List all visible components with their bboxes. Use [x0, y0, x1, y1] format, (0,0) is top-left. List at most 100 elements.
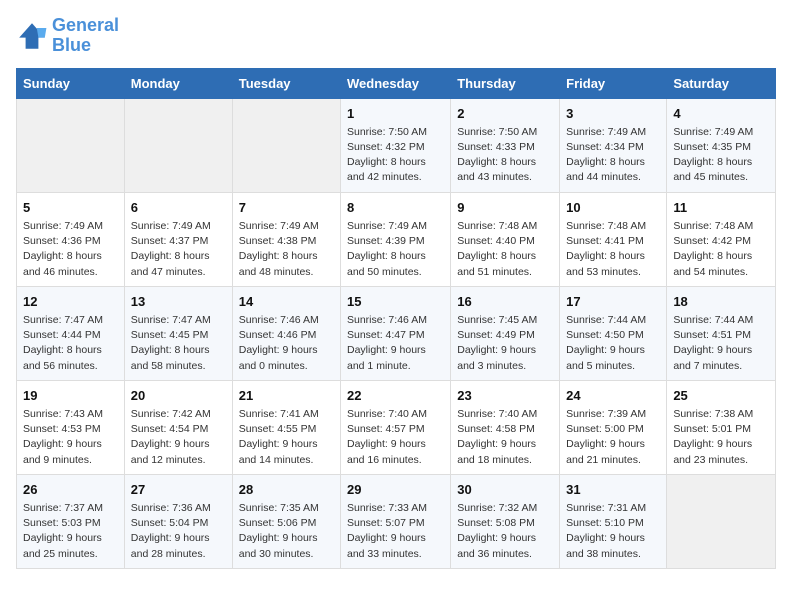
header-tuesday: Tuesday: [232, 68, 340, 98]
logo-text: General Blue: [52, 16, 119, 56]
day-info-15: Sunrise: 7:46 AM Sunset: 4:47 PM Dayligh…: [347, 313, 444, 374]
day-number-3: 3: [566, 105, 660, 123]
day-info-24: Sunrise: 7:39 AM Sunset: 5:00 PM Dayligh…: [566, 407, 660, 468]
day-cell-3: 3 Sunrise: 7:49 AM Sunset: 4:34 PM Daylig…: [560, 98, 667, 192]
day-number-5: 5: [23, 199, 118, 217]
day-cell-10: 10Sunrise: 7:48 AM Sunset: 4:41 PM Dayli…: [560, 192, 667, 286]
header-monday: Monday: [124, 68, 232, 98]
day-cell-14: 14 Sunrise: 7:46 AM Sunset: 4:46 PM Dayli…: [232, 286, 340, 380]
day-cell-27: 27 Sunrise: 7:36 AM Sunset: 5:04 PM Dayli…: [124, 474, 232, 568]
day-info-23: Sunrise: 7:40 AM Sunset: 4:58 PM Dayligh…: [457, 407, 553, 468]
day-cell-23: 23 Sunrise: 7:40 AM Sunset: 4:58 PM Dayli…: [451, 380, 560, 474]
week-row-4: 19 Sunrise: 7:43 AM Sunset: 4:53 PM Dayli…: [17, 380, 776, 474]
day-cell-29: 29 Sunrise: 7:33 AM Sunset: 5:07 PM Dayli…: [341, 474, 451, 568]
day-info-14: Sunrise: 7:46 AM Sunset: 4:46 PM Dayligh…: [239, 313, 334, 374]
day-info-29: Sunrise: 7:33 AM Sunset: 5:07 PM Dayligh…: [347, 501, 444, 562]
day-number-2: 2: [457, 105, 553, 123]
day-cell-21: 21 Sunrise: 7:41 AM Sunset: 4:55 PM Dayli…: [232, 380, 340, 474]
day-info-25: Sunrise: 7:38 AM Sunset: 5:01 PM Dayligh…: [673, 407, 769, 468]
day-cell-19: 19 Sunrise: 7:43 AM Sunset: 4:53 PM Dayli…: [17, 380, 125, 474]
empty-cell: [667, 474, 776, 568]
day-cell-26: 26 Sunrise: 7:37 AM Sunset: 5:03 PM Dayli…: [17, 474, 125, 568]
day-number-23: 23: [457, 387, 553, 405]
day-number-20: 20: [131, 387, 226, 405]
day-cell-24: 24 Sunrise: 7:39 AM Sunset: 5:00 PM Dayli…: [560, 380, 667, 474]
day-number-27: 27: [131, 481, 226, 499]
day-number-31: 31: [566, 481, 660, 499]
day-number-15: 15: [347, 293, 444, 311]
day-cell-2: 2 Sunrise: 7:50 AM Sunset: 4:33 PM Daylig…: [451, 98, 560, 192]
header-sunday: Sunday: [17, 68, 125, 98]
day-cell-6: 6 Sunrise: 7:49 AM Sunset: 4:37 PM Daylig…: [124, 192, 232, 286]
day-cell-31: 31 Sunrise: 7:31 AM Sunset: 5:10 PM Dayli…: [560, 474, 667, 568]
empty-cell: [17, 98, 125, 192]
day-cell-20: 20Sunrise: 7:42 AM Sunset: 4:54 PM Dayli…: [124, 380, 232, 474]
day-cell-5: 5 Sunrise: 7:49 AM Sunset: 4:36 PM Daylig…: [17, 192, 125, 286]
header-wednesday: Wednesday: [341, 68, 451, 98]
day-info-27: Sunrise: 7:36 AM Sunset: 5:04 PM Dayligh…: [131, 501, 226, 562]
day-number-9: 9: [457, 199, 553, 217]
day-number-25: 25: [673, 387, 769, 405]
day-info-1: Sunrise: 7:50 AM Sunset: 4:32 PM Dayligh…: [347, 125, 444, 186]
day-cell-28: 28 Sunrise: 7:35 AM Sunset: 5:06 PM Dayli…: [232, 474, 340, 568]
day-number-11: 11: [673, 199, 769, 217]
week-row-1: 1 Sunrise: 7:50 AM Sunset: 4:32 PM Daylig…: [17, 98, 776, 192]
day-number-1: 1: [347, 105, 444, 123]
day-info-22: Sunrise: 7:40 AM Sunset: 4:57 PM Dayligh…: [347, 407, 444, 468]
day-number-8: 8: [347, 199, 444, 217]
day-info-4: Sunrise: 7:49 AM Sunset: 4:35 PM Dayligh…: [673, 125, 769, 186]
day-number-14: 14: [239, 293, 334, 311]
day-info-6: Sunrise: 7:49 AM Sunset: 4:37 PM Dayligh…: [131, 219, 226, 280]
week-row-3: 12 Sunrise: 7:47 AM Sunset: 4:44 PM Dayli…: [17, 286, 776, 380]
header-thursday: Thursday: [451, 68, 560, 98]
day-info-3: Sunrise: 7:49 AM Sunset: 4:34 PM Dayligh…: [566, 125, 660, 186]
day-info-11: Sunrise: 7:48 AM Sunset: 4:42 PM Dayligh…: [673, 219, 769, 280]
day-info-26: Sunrise: 7:37 AM Sunset: 5:03 PM Dayligh…: [23, 501, 118, 562]
day-info-31: Sunrise: 7:31 AM Sunset: 5:10 PM Dayligh…: [566, 501, 660, 562]
day-info-2: Sunrise: 7:50 AM Sunset: 4:33 PM Dayligh…: [457, 125, 553, 186]
day-info-28: Sunrise: 7:35 AM Sunset: 5:06 PM Dayligh…: [239, 501, 334, 562]
day-number-24: 24: [566, 387, 660, 405]
day-cell-11: 11 Sunrise: 7:48 AM Sunset: 4:42 PM Dayli…: [667, 192, 776, 286]
day-number-30: 30: [457, 481, 553, 499]
day-number-17: 17: [566, 293, 660, 311]
day-info-21: Sunrise: 7:41 AM Sunset: 4:55 PM Dayligh…: [239, 407, 334, 468]
day-info-19: Sunrise: 7:43 AM Sunset: 4:53 PM Dayligh…: [23, 407, 118, 468]
calendar-table: SundayMondayTuesdayWednesdayThursdayFrid…: [16, 68, 776, 569]
day-cell-18: 18Sunrise: 7:44 AM Sunset: 4:51 PM Dayli…: [667, 286, 776, 380]
week-row-5: 26 Sunrise: 7:37 AM Sunset: 5:03 PM Dayli…: [17, 474, 776, 568]
day-number-21: 21: [239, 387, 334, 405]
logo: General Blue: [16, 16, 119, 56]
day-number-26: 26: [23, 481, 118, 499]
header-saturday: Saturday: [667, 68, 776, 98]
day-info-8: Sunrise: 7:49 AM Sunset: 4:39 PM Dayligh…: [347, 219, 444, 280]
day-number-22: 22: [347, 387, 444, 405]
day-cell-9: 9 Sunrise: 7:48 AM Sunset: 4:40 PM Daylig…: [451, 192, 560, 286]
empty-cell: [124, 98, 232, 192]
day-number-12: 12: [23, 293, 118, 311]
day-number-10: 10: [566, 199, 660, 217]
day-number-6: 6: [131, 199, 226, 217]
day-info-13: Sunrise: 7:47 AM Sunset: 4:45 PM Dayligh…: [131, 313, 226, 374]
day-info-5: Sunrise: 7:49 AM Sunset: 4:36 PM Dayligh…: [23, 219, 118, 280]
day-cell-12: 12 Sunrise: 7:47 AM Sunset: 4:44 PM Dayli…: [17, 286, 125, 380]
day-number-13: 13: [131, 293, 226, 311]
day-info-9: Sunrise: 7:48 AM Sunset: 4:40 PM Dayligh…: [457, 219, 553, 280]
day-number-16: 16: [457, 293, 553, 311]
header-friday: Friday: [560, 68, 667, 98]
day-number-18: 18: [673, 293, 769, 311]
day-cell-15: 15 Sunrise: 7:46 AM Sunset: 4:47 PM Dayli…: [341, 286, 451, 380]
day-cell-13: 13 Sunrise: 7:47 AM Sunset: 4:45 PM Dayli…: [124, 286, 232, 380]
week-row-2: 5 Sunrise: 7:49 AM Sunset: 4:36 PM Daylig…: [17, 192, 776, 286]
day-number-28: 28: [239, 481, 334, 499]
day-cell-16: 16 Sunrise: 7:45 AM Sunset: 4:49 PM Dayli…: [451, 286, 560, 380]
day-number-29: 29: [347, 481, 444, 499]
day-info-7: Sunrise: 7:49 AM Sunset: 4:38 PM Dayligh…: [239, 219, 334, 280]
day-cell-7: 7 Sunrise: 7:49 AM Sunset: 4:38 PM Daylig…: [232, 192, 340, 286]
day-info-16: Sunrise: 7:45 AM Sunset: 4:49 PM Dayligh…: [457, 313, 553, 374]
day-number-7: 7: [239, 199, 334, 217]
day-cell-22: 22 Sunrise: 7:40 AM Sunset: 4:57 PM Dayli…: [341, 380, 451, 474]
day-cell-17: 17Sunrise: 7:44 AM Sunset: 4:50 PM Dayli…: [560, 286, 667, 380]
day-number-19: 19: [23, 387, 118, 405]
day-info-12: Sunrise: 7:47 AM Sunset: 4:44 PM Dayligh…: [23, 313, 118, 374]
